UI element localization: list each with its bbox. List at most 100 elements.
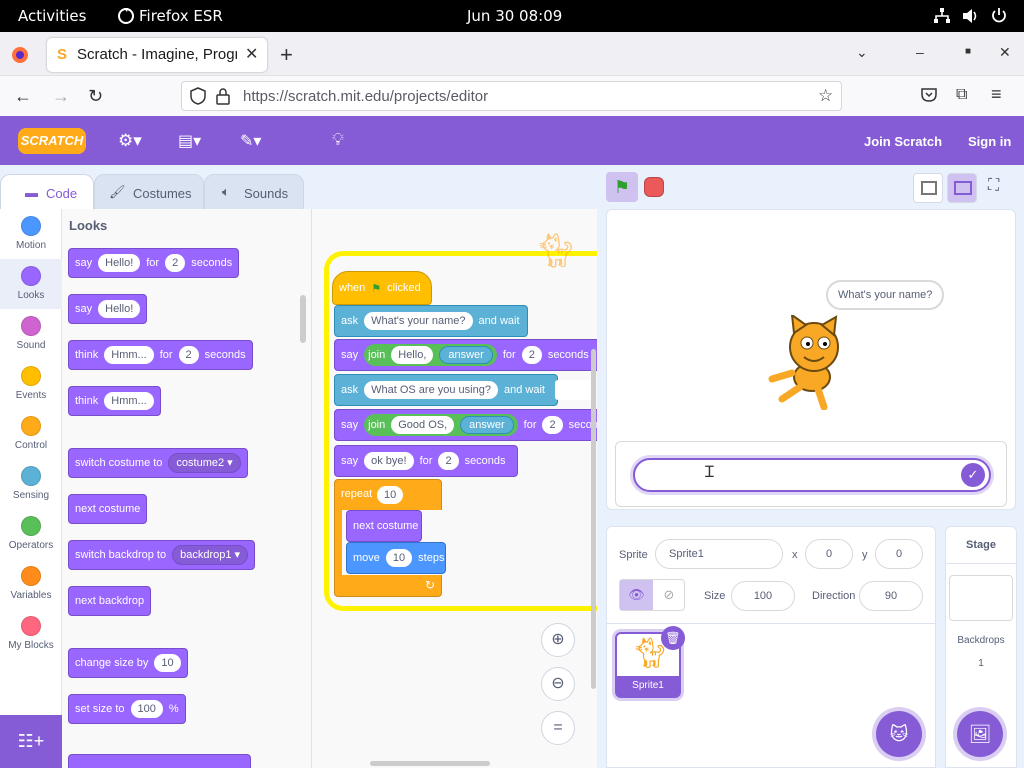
clock[interactable]: Jun 30 08:09 [467, 7, 562, 25]
network-icon[interactable] [933, 8, 951, 28]
hide-sprite-eye-icon[interactable]: ⊘ [653, 580, 685, 610]
zoom-in-button[interactable]: ⊕ [541, 623, 575, 657]
tab-sounds[interactable]: 🔈︎ Sounds [204, 174, 304, 210]
extensions-icon[interactable]: ⧉ [956, 86, 967, 104]
zoom-out-button[interactable]: ⊖ [541, 667, 575, 701]
block-input-message[interactable]: Hmm... [104, 392, 154, 410]
edit-menu-icon[interactable]: ✎▾ [240, 131, 261, 151]
block-ask-os[interactable]: ask What OS are you using? and wait [334, 374, 558, 406]
block-input-message[interactable]: ok bye! [364, 452, 414, 470]
scratch-logo[interactable]: SCRATCH [18, 128, 86, 154]
answer-reporter[interactable]: answer [460, 416, 514, 434]
answer-input[interactable] [633, 458, 991, 492]
block-input-steps[interactable]: 10 [385, 549, 413, 567]
answer-reporter[interactable]: answer [439, 346, 493, 364]
url-bar[interactable]: https://scratch.mit.edu/projects/editor … [181, 81, 842, 111]
block-input-size[interactable]: 100 [130, 700, 163, 718]
costume-dropdown[interactable]: costume2 ▾ [168, 453, 241, 473]
submit-answer-check-icon[interactable]: ✓ [961, 463, 985, 487]
category-motion[interactable]: Motion [0, 209, 62, 259]
forward-icon[interactable]: → [52, 86, 70, 107]
direction-field[interactable]: 90 [859, 581, 923, 611]
bookmark-star-icon[interactable]: ☆ [818, 86, 833, 106]
fullscreen-icon[interactable]: ⛶ [988, 177, 999, 195]
block-input-question[interactable]: What OS are you using? [364, 381, 498, 399]
block-switch-costume[interactable]: switch costume to costume2 ▾ [68, 448, 248, 478]
app-menu[interactable]: Firefox ESR [139, 7, 223, 25]
block-say[interactable]: say Hello! [68, 294, 148, 324]
shield-icon[interactable] [190, 87, 206, 109]
operator-join[interactable]: join Good OS, answer [364, 414, 518, 436]
tab-costumes[interactable]: 🖌︎ Costumes [94, 174, 204, 210]
block-input-secs[interactable]: 2 [542, 416, 563, 434]
choose-sprite-button[interactable]: 🐱︎ [876, 711, 922, 757]
category-sound[interactable]: Sound [0, 309, 62, 359]
sprite-name-field[interactable]: Sprite1 [655, 539, 783, 569]
back-icon[interactable]: ← [14, 86, 32, 107]
block-input-message[interactable]: Hello! [98, 300, 141, 318]
activities-button[interactable]: Activities [18, 7, 86, 25]
close-tab-icon[interactable]: ✕ [245, 44, 258, 64]
firefox-view-icon[interactable] [11, 46, 29, 69]
tab-code[interactable]: ▬ Code [0, 174, 94, 210]
pocket-icon[interactable] [920, 87, 938, 108]
normal-stage-button[interactable] [947, 173, 977, 203]
category-sensing[interactable]: Sensing [0, 459, 62, 509]
block-ask-name[interactable]: ask What's your name? and wait [334, 305, 528, 337]
sign-in-link[interactable]: Sign in [968, 134, 1011, 149]
add-extension-button[interactable]: ☷+ [0, 715, 62, 768]
maximize-window-icon[interactable]: ■ [965, 46, 971, 57]
block-set-size[interactable]: set size to 100 % [68, 694, 186, 724]
block-say-for-secs[interactable]: say Hello! for 2 seconds [68, 248, 240, 278]
block-say-okbye[interactable]: say ok bye! for 2 seconds [334, 445, 518, 477]
block-input-secs[interactable]: 2 [178, 346, 199, 364]
block-when-flag-clicked[interactable]: when ⚑ clicked [332, 271, 432, 305]
block-move-steps[interactable]: move 10 steps [346, 542, 446, 574]
stage[interactable]: What's your name? ✓ [606, 209, 1016, 510]
block-think-for-secs[interactable]: think Hmm... for 2 seconds [68, 340, 253, 370]
backdrop-dropdown[interactable]: backdrop1 ▾ [172, 545, 249, 565]
block-next-costume-script[interactable]: next costume [346, 510, 422, 542]
x-field[interactable]: 0 [805, 539, 853, 569]
settings-gear-icon[interactable]: ⚙▾ [118, 131, 142, 151]
block-input-secs[interactable]: 2 [521, 346, 542, 364]
workspace-h-scrollbar[interactable] [370, 761, 490, 766]
block-input-size[interactable]: 10 [154, 654, 181, 672]
close-window-icon[interactable]: ✕ [999, 44, 1011, 61]
list-all-tabs-icon[interactable]: ⌄ [856, 44, 868, 61]
workspace-v-scrollbar[interactable] [591, 349, 596, 689]
join-input-a[interactable]: Good OS, [391, 416, 455, 434]
zoom-reset-button[interactable]: = [541, 711, 575, 745]
block-next-costume[interactable]: next costume [68, 494, 148, 524]
block-input-question[interactable]: What's your name? [364, 312, 473, 330]
category-operators[interactable]: Operators [0, 509, 62, 559]
block-input-times[interactable]: 10 [377, 486, 404, 504]
size-field[interactable]: 100 [731, 581, 795, 611]
block-input-secs[interactable]: 2 [165, 254, 186, 272]
block-input-message[interactable]: Hello! [98, 254, 141, 272]
block-input-message[interactable]: Hmm... [104, 346, 154, 364]
show-sprite-eye-icon[interactable]: 👁︎ [620, 580, 653, 610]
choose-backdrop-button[interactable]: 🖼︎ [957, 711, 1003, 757]
reload-icon[interactable]: ↻ [88, 86, 103, 107]
block-next-backdrop[interactable]: next backdrop [68, 586, 152, 616]
backdrop-thumb[interactable] [949, 575, 1013, 621]
category-events[interactable]: Events [0, 359, 62, 409]
block-partial[interactable] [68, 754, 251, 768]
volume-icon[interactable] [962, 8, 980, 28]
block-switch-backdrop[interactable]: switch backdrop to backdrop1 ▾ [68, 540, 256, 570]
lock-icon[interactable] [216, 87, 230, 109]
join-scratch-link[interactable]: Join Scratch [864, 134, 942, 149]
tutorials-lightbulb-icon[interactable]: 💡︎ [332, 130, 344, 150]
block-input-secs[interactable]: 2 [438, 452, 459, 470]
category-looks[interactable]: Looks [0, 259, 62, 309]
green-flag-button[interactable]: ⚑ [606, 172, 638, 202]
minimize-window-icon[interactable]: – [916, 44, 924, 60]
category-my-blocks[interactable]: My Blocks [0, 609, 62, 659]
category-variables[interactable]: Variables [0, 559, 62, 609]
new-tab-button[interactable]: + [280, 42, 293, 68]
block-say-join-hello[interactable]: say join Hello, answer for 2 seconds [334, 339, 597, 371]
category-control[interactable]: Control [0, 409, 62, 459]
small-stage-button[interactable] [913, 173, 943, 203]
palette-scrollbar[interactable] [300, 295, 306, 343]
